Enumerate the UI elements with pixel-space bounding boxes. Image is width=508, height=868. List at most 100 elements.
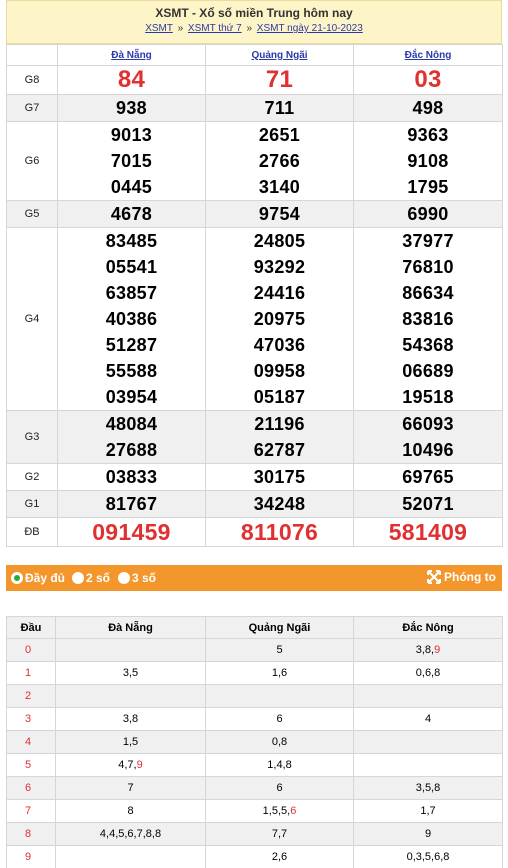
dau-cell: 1,4,8 — [205, 753, 354, 777]
radio-icon[interactable] — [72, 572, 84, 584]
dau-cell — [353, 753, 503, 777]
prize-number: 83485 — [105, 231, 158, 251]
prize-number: 6990 — [407, 204, 449, 224]
option-two-digits[interactable]: 2 số — [72, 571, 110, 585]
prize-number: 2766 — [258, 151, 301, 171]
prize-number: 09958 — [253, 361, 306, 381]
prize-number: 40386 — [105, 309, 158, 329]
prize-row: G5 4678 9754 6990 — [6, 200, 503, 228]
prize-cell: 52071 — [353, 490, 503, 518]
prize-number: 4678 — [110, 204, 153, 224]
prize-number: 498 — [412, 98, 444, 118]
breadcrumb-xsmt[interactable]: XSMT — [145, 23, 173, 34]
dau-digit: 5 — [6, 753, 56, 777]
prize-number: 9108 — [407, 151, 449, 171]
prize-cell: 71 — [205, 65, 354, 95]
dau-special-tail: 6 — [290, 805, 297, 817]
prize-number: 2651 — [258, 125, 301, 145]
prize-row: G7 938 711 498 — [6, 94, 503, 122]
prize-row: G4 83485 05541 63857 40386 51287 55588 03954 248… — [6, 227, 503, 411]
radio-icon[interactable] — [11, 572, 23, 584]
prize-number: 03 — [414, 66, 442, 93]
prize-row: G2 03833 30175 69765 — [6, 463, 503, 491]
dau-header-da-nang: Đà Nẵng — [55, 616, 206, 639]
prize-label: G1 — [6, 490, 58, 518]
prize-row: G3 48084 27688 21196 62787 66093 10496 — [6, 410, 503, 464]
province-link-da-nang[interactable]: Đà Nẵng — [111, 50, 152, 61]
dau-cell: 7,7 — [205, 822, 354, 846]
prize-cell: 2651 2766 3140 — [205, 121, 354, 201]
prize-number: 62787 — [253, 440, 306, 460]
results-header-blank — [6, 44, 58, 66]
prize-number: 51287 — [105, 335, 158, 355]
prize-number: 711 — [264, 98, 295, 118]
dau-row: 3 3,8 6 4 — [6, 707, 503, 731]
breadcrumb: XSMT » XSMT thứ 7 » XSMT ngày 21-10-2023 — [7, 23, 501, 35]
prize-number: 03954 — [105, 387, 158, 407]
dau-digit: 3 — [6, 707, 56, 731]
dau-tails: 4,4,5,6,7,8,8 — [99, 828, 162, 840]
dau-row: 7 8 1,5,5,6 1,7 — [6, 799, 503, 823]
breadcrumb-separator: » — [177, 23, 184, 34]
dau-row: 8 4,4,5,6,7,8,8 7,7 9 — [6, 822, 503, 846]
prize-number: 20975 — [253, 309, 306, 329]
dau-tails: 1,5 — [122, 736, 139, 748]
prize-number: 34248 — [253, 494, 306, 514]
expand-icon — [427, 570, 442, 584]
dau-special-tail: 9 — [136, 759, 143, 771]
dau-cell: 6 — [205, 707, 354, 731]
dau-tails: 7 — [127, 782, 134, 794]
dau-digit: 4 — [6, 730, 56, 754]
prize-cell: 84 — [57, 65, 206, 95]
dau-digit: 6 — [6, 776, 56, 800]
dau-cell: 0,3,5,6,8 — [353, 845, 503, 868]
prize-cell: 48084 27688 — [57, 410, 206, 464]
dau-cell — [205, 684, 354, 708]
prize-number: 3140 — [258, 177, 301, 197]
breadcrumb-xsmt-date[interactable]: XSMT ngày 21-10-2023 — [257, 23, 363, 34]
option-full[interactable]: Đầy đủ — [11, 571, 65, 585]
prize-number: 938 — [116, 98, 147, 118]
prize-cell: 66093 10496 — [353, 410, 503, 464]
dau-tails: 6 — [276, 782, 283, 794]
prize-number: 52071 — [402, 494, 454, 514]
prize-cell: 21196 62787 — [205, 410, 354, 464]
prize-number: 69765 — [402, 467, 454, 487]
dau-table: Đầu Đà Nẵng Quảng Ngãi Đắc Nông 0 5 3,8,9 1… — [6, 616, 503, 868]
prize-number: 54368 — [402, 335, 454, 355]
prize-cell: 091459 — [57, 517, 206, 547]
option-two-label: 2 số — [86, 571, 111, 585]
dau-cell: 8 — [55, 799, 206, 823]
dau-cell — [55, 638, 206, 662]
prize-number: 81767 — [105, 494, 158, 514]
dau-header-dau: Đầu — [6, 616, 56, 639]
prize-number: 24805 — [253, 231, 306, 251]
dau-row: 5 4,7,9 1,4,8 — [6, 753, 503, 777]
prize-cell: 938 — [57, 94, 206, 122]
prize-cell: 69765 — [353, 463, 503, 491]
radio-icon[interactable] — [118, 572, 130, 584]
dau-cell: 4,4,5,6,7,8,8 — [55, 822, 206, 846]
prize-number: 76810 — [402, 257, 454, 277]
dau-tails: 3,8, — [415, 644, 435, 656]
province-header-dac-nong: Đắc Nông — [353, 44, 503, 66]
prize-number: 9363 — [407, 125, 449, 145]
zoom-button[interactable]: Phóng to — [427, 570, 496, 584]
prize-row: G6 9013 7015 0445 2651 2766 3140 9363 9108 1795 — [6, 121, 503, 201]
prize-row: G8 84 71 03 — [6, 65, 503, 95]
prize-cell: 24805 93292 24416 20975 47036 09958 05187 — [205, 227, 354, 411]
dau-tails: 1,4,8 — [267, 759, 292, 771]
option-three-digits[interactable]: 3 số — [118, 571, 156, 585]
prize-number: 55588 — [105, 361, 158, 381]
dau-cell: 0,6,8 — [353, 661, 503, 685]
dau-tails: 3,5 — [122, 667, 139, 679]
province-link-quang-ngai[interactable]: Quảng Ngãi — [251, 50, 307, 61]
province-link-dac-nong[interactable]: Đắc Nông — [405, 50, 452, 61]
breadcrumb-separator: » — [246, 23, 253, 34]
dau-cell: 3,5 — [55, 661, 206, 685]
prize-cell: 581409 — [353, 517, 503, 547]
breadcrumb-xsmt-thu-7[interactable]: XSMT thứ 7 — [188, 23, 242, 34]
prize-number: 19518 — [402, 387, 454, 407]
dau-digit: 1 — [6, 661, 56, 685]
prize-number: 21196 — [254, 414, 305, 434]
